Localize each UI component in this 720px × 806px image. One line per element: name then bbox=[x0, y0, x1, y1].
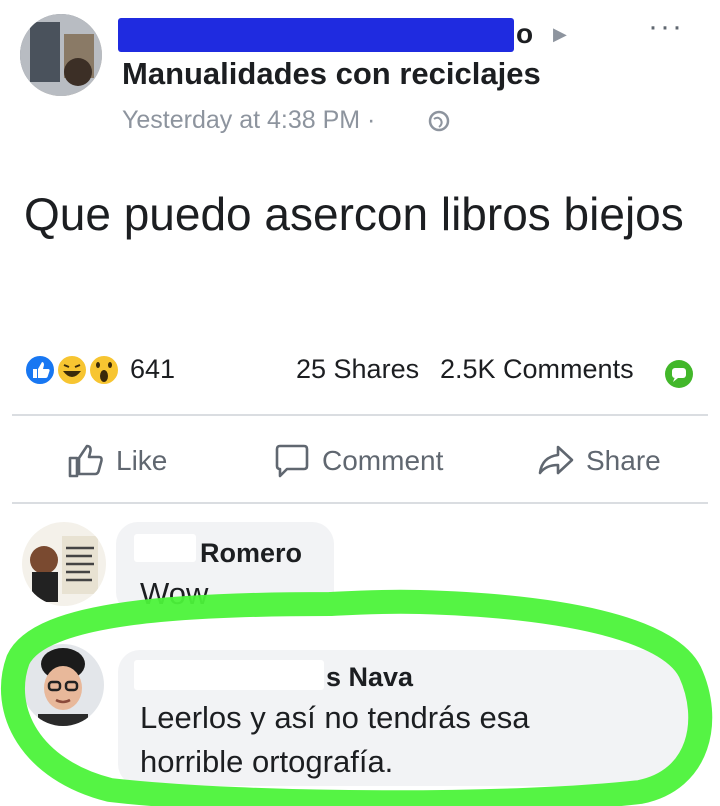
post-timestamp[interactable]: Yesterday at 4:38 PM · bbox=[122, 106, 375, 135]
share-arrow-icon bbox=[538, 445, 574, 475]
divider bbox=[12, 414, 708, 416]
commenter-name[interactable]: Romero bbox=[200, 538, 302, 569]
comment-text-line-1: Leerlos y así no tendrás esa bbox=[140, 700, 530, 735]
commenter-name[interactable]: s Nava bbox=[326, 662, 413, 693]
haha-reaction-icon bbox=[56, 354, 88, 386]
share-label: Share bbox=[586, 445, 661, 476]
comment-text-line-2: horrible ortografía. bbox=[140, 744, 394, 779]
like-button[interactable]: Like bbox=[66, 438, 167, 484]
redacted-name bbox=[134, 660, 324, 690]
comment-text: Wow bbox=[140, 576, 209, 611]
comment-icon bbox=[275, 444, 309, 478]
redacted-name bbox=[134, 534, 196, 562]
like-reaction-icon bbox=[24, 354, 56, 386]
share-button[interactable]: Share bbox=[536, 438, 661, 484]
arrow-right-icon: ▶ bbox=[553, 24, 567, 44]
commenter-avatar[interactable] bbox=[22, 522, 106, 606]
like-label: Like bbox=[116, 445, 168, 476]
post-text: Que puedo asercon libros biejos bbox=[24, 188, 684, 240]
comment-bubble-icon bbox=[665, 360, 693, 388]
globe-icon bbox=[428, 110, 450, 132]
group-name[interactable]: Manualidades con reciclajes bbox=[122, 56, 541, 92]
divider bbox=[12, 502, 708, 504]
comment-button[interactable]: Comment bbox=[272, 438, 443, 484]
comment-label: Comment bbox=[322, 445, 444, 476]
reaction-icons[interactable] bbox=[22, 352, 127, 388]
author-name-tail[interactable]: o bbox=[516, 18, 533, 50]
commenter-avatar[interactable] bbox=[22, 644, 104, 726]
page-avatar[interactable] bbox=[20, 14, 102, 96]
thumbs-up-icon bbox=[68, 444, 103, 478]
more-options-icon[interactable]: ··· bbox=[648, 10, 684, 44]
shares-count[interactable]: 25 Shares bbox=[296, 354, 419, 385]
reaction-count[interactable]: 641 bbox=[130, 354, 175, 385]
redacted-author-name bbox=[118, 18, 514, 52]
comments-count[interactable]: 2.5K Comments bbox=[440, 354, 634, 385]
wow-reaction-icon bbox=[88, 354, 120, 386]
